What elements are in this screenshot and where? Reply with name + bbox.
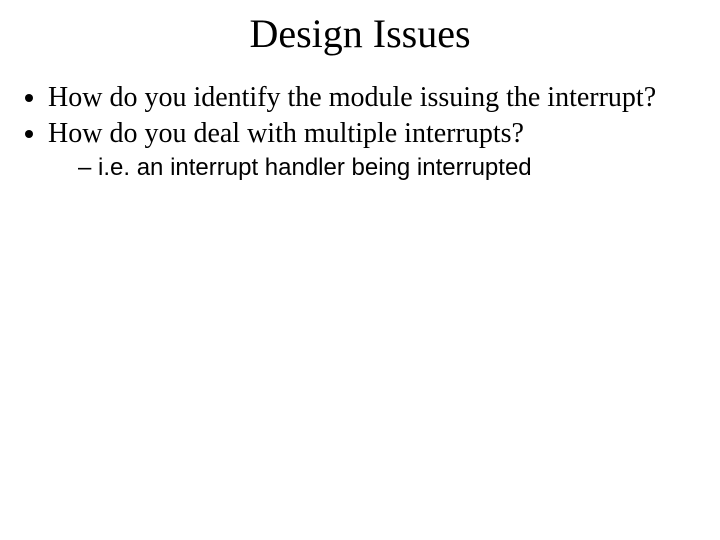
list-item: How do you identify the module issuing t…: [48, 81, 720, 115]
list-item: i.e. an interrupt handler being interrup…: [78, 154, 720, 183]
bullet-text: How do you identify the module issuing t…: [48, 82, 656, 113]
list-item: How do you deal with multiple interrupts…: [48, 117, 720, 183]
bullet-text: How do you deal with multiple interrupts…: [48, 118, 524, 149]
bullet-list: How do you identify the module issuing t…: [0, 81, 720, 183]
slide-title: Design Issues: [0, 0, 720, 81]
sub-bullet-list: i.e. an interrupt handler being interrup…: [48, 154, 720, 183]
slide: Design Issues How do you identify the mo…: [0, 0, 720, 540]
sub-bullet-text: i.e. an interrupt handler being interrup…: [98, 154, 532, 181]
